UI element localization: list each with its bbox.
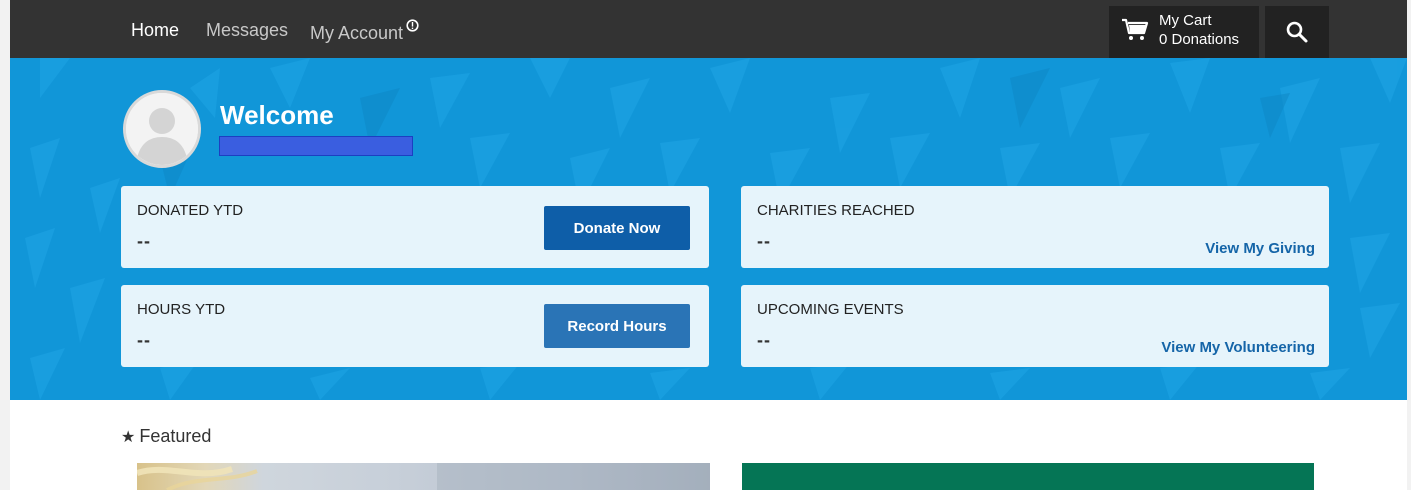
charities-reached-card: CHARITIES REACHED -- View My Giving [741,186,1329,268]
featured-item-image[interactable] [137,463,710,490]
featured-image-detail [137,463,710,490]
card-value: -- [137,330,151,350]
nav-my-account-label: My Account [310,23,404,43]
cart-button[interactable]: My Cart 0 Donations [1109,6,1259,58]
card-value: -- [757,330,771,350]
search-icon [1286,21,1308,43]
donate-now-button[interactable]: Donate Now [544,206,690,250]
nav-home[interactable]: Home [131,19,179,41]
card-value: -- [757,231,771,251]
card-value: -- [137,231,151,251]
card-title: CHARITIES REACHED [757,202,915,219]
star-icon: ★ [121,429,136,446]
alert-icon [406,19,419,32]
cart-count: 0 Donations [1159,31,1240,48]
cart-label: My Cart [1159,12,1212,29]
featured-label: Featured [139,426,212,446]
featured-heading: ★ Featured [121,425,211,449]
avatar[interactable] [123,90,201,168]
upcoming-events-card: UPCOMING EVENTS -- View My Volunteering [741,285,1329,367]
page: Home Messages My Account My Cart 0 Donat… [0,0,1411,490]
top-navigation-bar: Home Messages My Account My Cart 0 Donat… [10,0,1407,58]
card-title: HOURS YTD [137,301,226,318]
redacted-user-name [219,136,413,156]
record-hours-button[interactable]: Record Hours [544,304,690,348]
nav-my-account[interactable]: My Account [310,19,419,44]
view-my-giving-link[interactable]: View My Giving [1205,240,1315,258]
hero-banner: Welcome DONATED YTD -- Donate Now CHARIT… [10,58,1407,400]
nav-messages[interactable]: Messages [206,19,288,41]
window-left-border [0,0,10,490]
card-title: UPCOMING EVENTS [757,301,904,318]
view-my-volunteering-link[interactable]: View My Volunteering [1161,339,1315,357]
welcome-heading: Welcome [220,100,334,130]
featured-item-banner[interactable] [742,463,1314,490]
cart-icon [1122,18,1149,40]
donated-ytd-card: DONATED YTD -- Donate Now [121,186,709,268]
user-silhouette-icon [126,93,198,165]
hours-ytd-card: HOURS YTD -- Record Hours [121,285,709,367]
card-title: DONATED YTD [137,202,244,219]
window-right-border [1407,0,1411,490]
search-button[interactable] [1265,6,1329,58]
